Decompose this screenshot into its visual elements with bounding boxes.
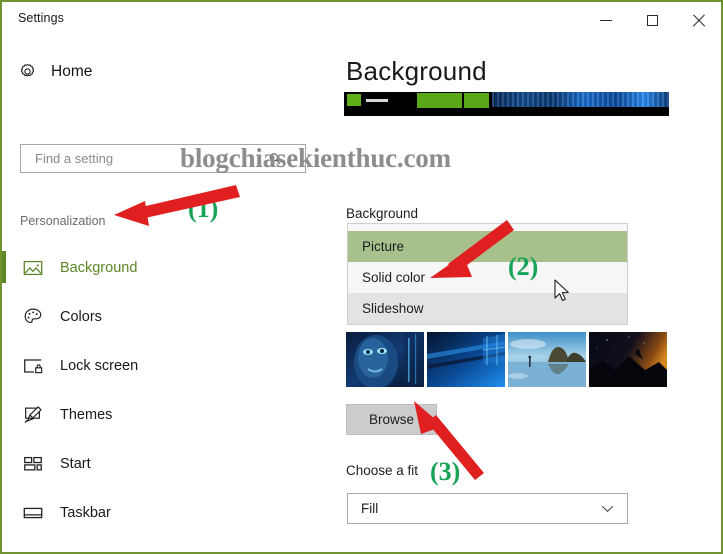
preview-accent-4 [464,93,489,108]
window-title: Settings [18,11,64,25]
sidebar-item-lock-screen[interactable]: Lock screen [2,341,332,390]
dropdown-option-solid-color[interactable]: Solid color [348,262,627,293]
search-box[interactable] [20,144,306,173]
taskbar-icon [23,507,43,518]
dropdown-option-label: Picture [362,239,405,254]
preview-accent-3 [417,93,462,108]
wallpaper-thumbnail-list [346,332,667,387]
brush-icon [24,405,42,423]
sidebar-nav-list: Background Colors Lock screen Themes Sta… [2,243,332,537]
gear-icon [20,63,35,77]
thumbnail-sunset-wallpaper[interactable] [589,332,667,387]
sidebar-item-label: Start [60,455,91,472]
sidebar-item-label: Colors [60,308,102,325]
sidebar-item-start[interactable]: Start [2,439,332,488]
sidebar-item-colors[interactable]: Colors [2,292,332,341]
sidebar-item-label: Taskbar [60,504,111,521]
sidebar-item-home[interactable]: Home [18,62,92,81]
selection-accent-bar [2,447,6,479]
choose-a-fit-label: Choose a fit [346,463,419,478]
sidebar-section-label: Personalization [20,214,106,228]
dropdown-top-strip [348,224,627,231]
close-icon [692,14,705,27]
sidebar-item-taskbar[interactable]: Taskbar [2,488,332,537]
maximize-icon [646,14,658,26]
page-title: Background [346,56,487,86]
background-type-dropdown[interactable]: Picture Solid color Slideshow [347,223,628,325]
search-icon[interactable] [267,151,283,167]
dropdown-option-picture[interactable]: Picture [348,231,627,262]
picture-icon [23,260,43,275]
title-bar: Settings [2,2,721,38]
desktop-preview [344,92,669,116]
close-button[interactable] [675,2,721,38]
sidebar-item-background[interactable]: Background [2,243,332,292]
settings-window: Settings Home Personalization [0,0,723,554]
preview-accent-2 [366,99,388,102]
sidebar-item-label: Themes [60,406,113,423]
sidebar: Home Personalization Background [2,38,332,552]
sidebar-item-label: Background [60,259,138,276]
thumbnail-windows-hero-wallpaper[interactable] [427,332,505,387]
maximize-button[interactable] [629,2,675,38]
selection-accent-bar [2,251,6,283]
selection-accent-bar [2,300,6,332]
chevron-down-icon [601,505,614,513]
fit-dropdown[interactable]: Fill [347,493,628,524]
search-input[interactable] [33,150,265,167]
thumbnail-cortana-wallpaper[interactable] [346,332,424,387]
sidebar-item-themes[interactable]: Themes [2,390,332,439]
selection-accent-bar [2,398,6,430]
selection-accent-bar [2,349,6,381]
thumbnail-beach-wallpaper[interactable] [508,332,586,387]
sidebar-home-label: Home [51,62,93,80]
dropdown-option-label: Slideshow [362,301,424,316]
palette-icon [24,308,42,323]
dropdown-option-slideshow[interactable]: Slideshow [348,293,627,324]
minimize-button[interactable] [583,2,629,38]
browse-button[interactable]: Browse [346,404,437,435]
main-content: Background Background Picture Solid colo… [332,38,721,552]
selection-accent-bar [2,496,6,528]
preview-wallpaper [492,92,669,107]
dropdown-option-label: Solid color [362,270,426,285]
background-label: Background [346,206,419,221]
minimize-icon [600,19,612,21]
sidebar-item-label: Lock screen [60,357,139,374]
lock-screen-icon [24,358,43,373]
preview-accent-1 [347,94,361,106]
fit-dropdown-value: Fill [361,501,379,516]
start-tiles-icon [24,456,42,471]
